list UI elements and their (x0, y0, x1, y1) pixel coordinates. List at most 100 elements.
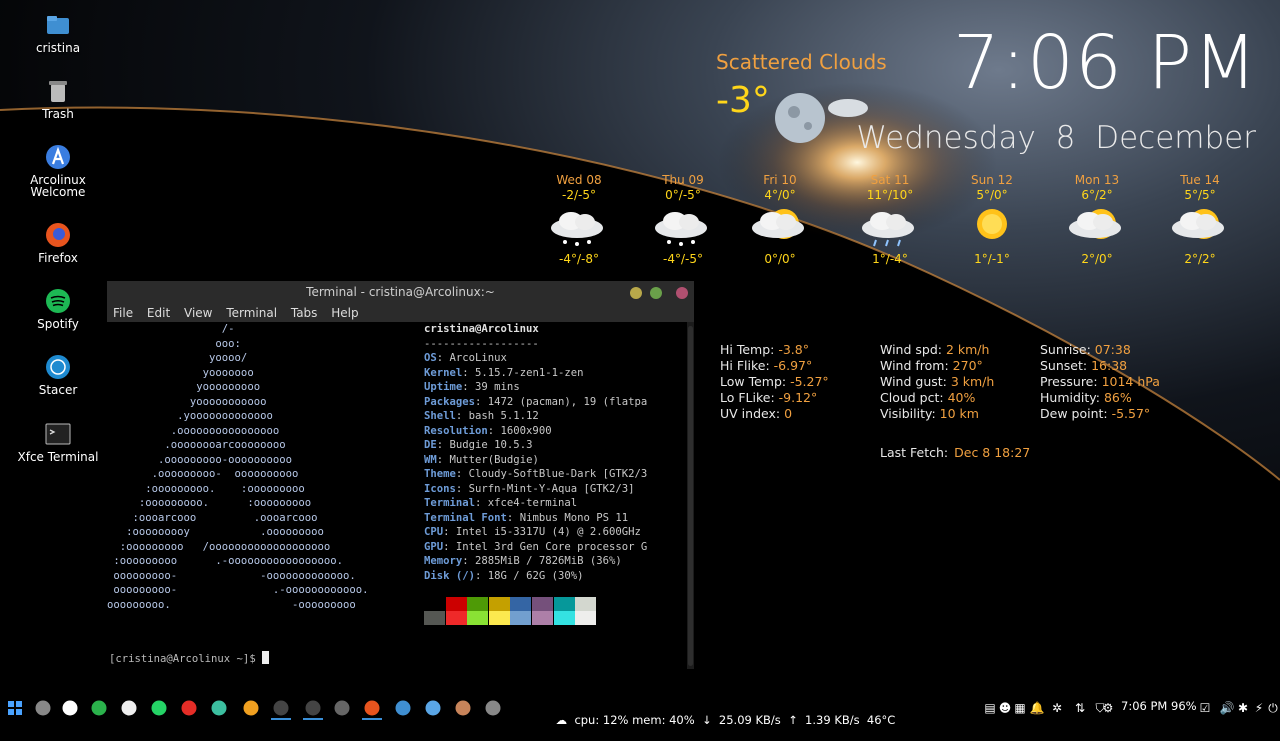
ascii-line: :ooooooooo .-ooooooooooooooooo. (113, 555, 343, 567)
close-button[interactable] (676, 287, 688, 299)
taskbar: ☁ cpu: 12% mem: 40% ↓ 25.09 KB/s ↑ 1.39 … (0, 695, 1280, 727)
ascii-line: .ooooooooo-oooooooooo (158, 453, 292, 466)
gnome-calendar-icon[interactable] (89, 698, 109, 718)
weather-stat-row: Cloud pct: 40% (880, 390, 994, 406)
tray-icon[interactable]: 🔊 (1220, 698, 1235, 718)
terminal-titlebar[interactable]: Terminal - cristina@Arcolinux:~ (107, 281, 694, 304)
info-value: 2885MiB / 7826MiB (36%) (475, 555, 622, 567)
tray-icon[interactable]: ▤ (983, 698, 997, 718)
folder2-icon[interactable] (423, 698, 443, 718)
info-colon: : (436, 453, 450, 466)
desktop-icon-home[interactable]: cristina (10, 12, 106, 54)
menu-file[interactable]: File (113, 306, 133, 320)
maximize-button[interactable] (650, 287, 662, 299)
weather-stat-key: UV index: (720, 406, 785, 421)
weather-stat-key: Cloud pct: (880, 390, 948, 405)
menu-tabs[interactable]: Tabs (291, 306, 318, 320)
menu-terminal[interactable]: Terminal (226, 306, 277, 320)
mixer-icon (485, 700, 501, 716)
weather-stat-key: Visibility: (880, 406, 940, 421)
tray-icon[interactable]: ✲ (1050, 698, 1064, 718)
minimize-button[interactable] (630, 287, 642, 299)
weather-stat-key: Dew point: (1040, 406, 1112, 421)
tweak-icon[interactable] (332, 698, 352, 718)
brave-icon[interactable] (241, 698, 261, 718)
info-colon: : (475, 497, 488, 509)
forecast-day: Fri 10 4°/0° 0°/0° (745, 173, 815, 266)
firefox-icon[interactable] (362, 698, 382, 720)
weather-stat-value: -5.27° (790, 374, 829, 389)
clipboard-icon (455, 700, 471, 716)
forecast-lo-temp: -4°/-5° (663, 252, 703, 266)
desktop-icon-trash[interactable]: Trash (10, 78, 106, 120)
neofetch-info: cristina@Arcolinux ------------------ OS… (424, 322, 647, 583)
tray-icon[interactable]: 🔔 (1030, 698, 1045, 718)
weather-stat-row: Wind spd: 2 km/h (880, 342, 994, 358)
terminal-icon (45, 423, 71, 445)
snow-cloud-icon (551, 212, 603, 246)
desktop-icon-firefox[interactable]: Firefox (10, 222, 106, 264)
desktop-icon-stacer[interactable]: Stacer (10, 354, 106, 396)
tweak-icon (334, 700, 350, 716)
menu-grid-icon[interactable] (5, 698, 25, 718)
menu-view[interactable]: View (184, 306, 212, 320)
tray-icon[interactable]: ☻ (998, 698, 1012, 718)
mixer-icon[interactable] (483, 698, 503, 718)
tray-icon[interactable]: ✱ (1236, 698, 1250, 718)
play-icon[interactable] (119, 698, 139, 718)
weather-last-fetch: Last Fetch: Dec 8 18:27 (880, 445, 1030, 460)
tray-icon[interactable]: ⚙ (1101, 698, 1115, 718)
files-icon[interactable] (33, 698, 53, 718)
info-value: 39 mins (475, 381, 520, 393)
terminal2-icon[interactable] (303, 698, 323, 720)
shell-prompt[interactable]: [cristina@Arcolinux ~]$ (109, 651, 270, 667)
info-key: Uptime (424, 381, 463, 393)
tray-icon[interactable]: ⇅ (1073, 698, 1087, 718)
menu-edit[interactable]: Edit (147, 306, 170, 320)
info-key: Icons (424, 482, 456, 495)
tray-icon[interactable]: ⚡ (1252, 698, 1266, 718)
tray-icon[interactable]: ☑ (1198, 698, 1212, 718)
color-swatch (424, 611, 445, 625)
ascii-line: :ooooooooy .ooooooooo (126, 526, 324, 538)
desktop-icon-arcolinux-welcome[interactable]: Arcolinux Welcome (10, 144, 106, 198)
info-key: WM (424, 453, 437, 466)
sun-cloud-icon (1172, 209, 1224, 239)
forecast-day: Sun 12 5°/0° 1°/-1° (957, 173, 1027, 266)
menu-help[interactable]: Help (331, 306, 358, 320)
tray-icon[interactable]: ⏻ (1266, 698, 1280, 718)
info-value: xfce4-terminal (487, 497, 578, 509)
terminal-icon[interactable] (271, 698, 291, 720)
info-key: Memory (424, 555, 463, 567)
tray-clock[interactable]: 7:06 PM 96% (1121, 699, 1197, 713)
folder-icon[interactable] (393, 698, 413, 718)
arcolinux-a-icon[interactable] (60, 698, 80, 718)
info-value: 1472 (pacman), 19 (flatpa (487, 395, 648, 408)
weather-stats-col-2: Wind spd: 2 km/h Wind from: 270° Wind gust… (880, 342, 994, 422)
forecast-lo-temp: -4°/-8° (559, 252, 599, 266)
desktop-icon-xfce-terminal[interactable]: Xfce Terminal (10, 421, 106, 463)
desktop-icon-spotify[interactable]: Spotify (10, 288, 106, 330)
weather-stat-row: Humidity: 86% (1040, 390, 1160, 406)
tray-icon[interactable]: ▦ (1013, 698, 1027, 718)
terminal-output[interactable]: /- ooo: yoooo/ yooooooo yooooooooo yoooo… (107, 322, 687, 669)
screen-icon[interactable] (209, 698, 229, 718)
info-key: Disk (/) (424, 569, 476, 582)
forecast-day: Tue 14 5°/5° 2°/2° (1165, 173, 1235, 266)
youtube-icon[interactable] (179, 698, 199, 718)
whatsapp-icon[interactable] (149, 698, 169, 718)
terminal-window[interactable]: Terminal - cristina@Arcolinux:~ File Edi… (107, 281, 694, 669)
weather-current-temp: -3° (716, 80, 770, 121)
info-value: Mutter(Budgie) (449, 453, 539, 466)
terminal-menubar: File Edit View Terminal Tabs Help (107, 304, 694, 322)
forecast-lo-temp: 1°/-4° (872, 252, 908, 266)
clipboard-icon[interactable] (453, 698, 473, 718)
weather-stat-key: Sunrise: (1040, 342, 1095, 357)
terminal-scrollbar[interactable] (687, 322, 694, 669)
forecast-lo-temp: 2°/2° (1184, 252, 1216, 266)
weather-stat-row: Dew point: -5.57° (1040, 406, 1160, 422)
weather-stat-row: Sunrise: 07:38 (1040, 342, 1160, 358)
ascii-line: yooooooooooo (189, 395, 267, 408)
info-key: Resolution (424, 424, 488, 437)
weather-stat-key: Hi Temp: (720, 342, 779, 357)
